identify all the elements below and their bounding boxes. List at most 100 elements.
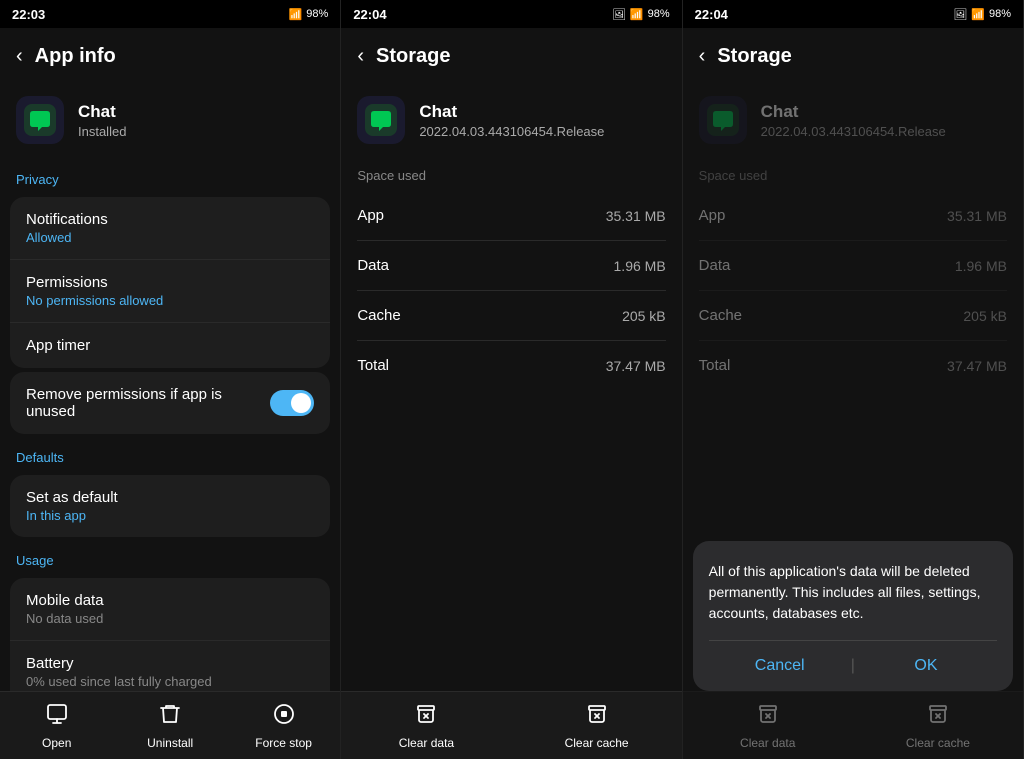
app-info-row-3: Chat 2022.04.03.443106454.Release bbox=[683, 84, 1023, 160]
app-label-3: App bbox=[699, 207, 726, 224]
cache-storage-label: Cache bbox=[357, 307, 400, 324]
panel-storage: 22:04 🖼 📶 98% ‹ Storage Chat 2022.04.03.… bbox=[341, 0, 682, 759]
panel1-content: Privacy Notifications Allowed Permission… bbox=[0, 160, 340, 691]
status-bar-2: 22:04 🖼 📶 98% bbox=[341, 0, 681, 28]
page-header-2: ‹ Storage bbox=[341, 28, 681, 84]
data-label-3: Data bbox=[699, 257, 731, 274]
panel2-content: Space used App 35.31 MB Data 1.96 MB Cac… bbox=[341, 160, 681, 691]
notifications-subtitle: Allowed bbox=[26, 230, 314, 245]
force-stop-label: Force stop bbox=[255, 736, 312, 750]
storage-table-3: App 35.31 MB Data 1.96 MB Cache 205 kB T… bbox=[683, 183, 1023, 398]
page-title-3: Storage bbox=[717, 45, 791, 68]
app-name-3: Chat bbox=[761, 102, 946, 122]
clear-cache-icon-3 bbox=[926, 702, 950, 732]
clear-cache-action-2[interactable]: Clear cache bbox=[512, 702, 682, 750]
clear-data-icon-2 bbox=[414, 702, 438, 732]
clear-cache-action-3[interactable]: Clear cache bbox=[853, 702, 1023, 750]
page-title-1: App info bbox=[35, 45, 116, 68]
remove-perms-card: Remove permissions if app is unused bbox=[10, 372, 330, 434]
app-info-row-1: Chat Installed bbox=[0, 84, 340, 160]
bottom-bar-2: Clear data Clear cache bbox=[341, 691, 681, 759]
clear-data-action-2[interactable]: Clear data bbox=[341, 702, 511, 750]
uninstall-icon bbox=[158, 702, 182, 732]
app-name-2: Chat bbox=[419, 102, 604, 122]
app-icon-1 bbox=[16, 96, 64, 144]
clear-data-icon-3 bbox=[756, 702, 780, 732]
clear-cache-icon-2 bbox=[585, 702, 609, 732]
cache-storage-row-3: Cache 205 kB bbox=[699, 291, 1007, 341]
total-storage-value: 37.47 MB bbox=[606, 358, 666, 374]
bottom-bar-1: Open Uninstall Force stop bbox=[0, 691, 340, 759]
storage-table-2: App 35.31 MB Data 1.96 MB Cache 205 kB T… bbox=[341, 183, 681, 398]
bottom-bar-3: Clear data Clear cache bbox=[683, 691, 1023, 759]
image-icon-2: 🖼 bbox=[612, 8, 626, 21]
section-usage-label: Usage bbox=[0, 541, 340, 574]
back-button-1[interactable]: ‹ bbox=[16, 45, 23, 68]
page-header-1: ‹ App info bbox=[0, 28, 340, 84]
app-timer-title: App timer bbox=[26, 337, 314, 354]
app-name-1: Chat bbox=[78, 102, 126, 122]
status-icons-3: 🖼 📶 98% bbox=[953, 8, 1011, 21]
total-storage-row-3: Total 37.47 MB bbox=[699, 341, 1007, 390]
app-status-1: Installed bbox=[78, 124, 126, 139]
status-bar-1: 22:03 📶 98% bbox=[0, 0, 340, 28]
battery-subtitle: 0% used since last fully charged bbox=[26, 674, 314, 689]
dialog-cancel-button[interactable]: Cancel bbox=[709, 645, 851, 687]
app-value-3: 35.31 MB bbox=[947, 208, 1007, 224]
usage-card: Mobile data No data used Battery 0% used… bbox=[10, 578, 330, 691]
mobile-data-row[interactable]: Mobile data No data used bbox=[10, 578, 330, 641]
clear-cache-label-2: Clear cache bbox=[565, 736, 629, 750]
set-default-title: Set as default bbox=[26, 489, 314, 506]
chat-icon-svg-3 bbox=[707, 104, 739, 136]
uninstall-label: Uninstall bbox=[147, 736, 193, 750]
status-time-2: 22:04 bbox=[353, 7, 386, 22]
app-icon-2 bbox=[357, 96, 405, 144]
open-icon bbox=[45, 702, 69, 732]
battery-row[interactable]: Battery 0% used since last fully charged bbox=[10, 641, 330, 691]
status-icons-1: 📶 98% bbox=[289, 8, 329, 21]
uninstall-action[interactable]: Uninstall bbox=[113, 702, 226, 750]
remove-perms-toggle[interactable] bbox=[270, 390, 314, 416]
dialog-message: All of this application's data will be d… bbox=[709, 561, 997, 624]
status-bar-3: 22:04 🖼 📶 98% bbox=[683, 0, 1023, 28]
remove-perms-row: Remove permissions if app is unused bbox=[10, 372, 330, 434]
app-version-3: 2022.04.03.443106454.Release bbox=[761, 124, 946, 139]
app-version-2: 2022.04.03.443106454.Release bbox=[419, 124, 604, 139]
privacy-card: Notifications Allowed Permissions No per… bbox=[10, 197, 330, 368]
clear-data-action-3[interactable]: Clear data bbox=[683, 702, 853, 750]
battery-percent-1: 98% bbox=[306, 8, 328, 20]
image-icon-3: 🖼 bbox=[953, 8, 967, 21]
wifi-icon-3: 📶 bbox=[971, 8, 985, 21]
notifications-title: Notifications bbox=[26, 211, 314, 228]
back-button-3[interactable]: ‹ bbox=[699, 45, 706, 68]
set-default-row[interactable]: Set as default In this app bbox=[10, 475, 330, 537]
chat-icon-svg-2 bbox=[365, 104, 397, 136]
app-timer-row[interactable]: App timer bbox=[10, 323, 330, 368]
data-value-3: 1.96 MB bbox=[955, 258, 1007, 274]
permissions-row[interactable]: Permissions No permissions allowed bbox=[10, 260, 330, 323]
force-stop-icon bbox=[272, 702, 296, 732]
space-used-label-3: Space used bbox=[683, 160, 1023, 183]
data-storage-row: Data 1.96 MB bbox=[357, 241, 665, 291]
page-title-2: Storage bbox=[376, 45, 450, 68]
back-button-2[interactable]: ‹ bbox=[357, 45, 364, 68]
delete-data-dialog: All of this application's data will be d… bbox=[693, 541, 1013, 691]
clear-data-label-3: Clear data bbox=[740, 736, 795, 750]
cache-label-3: Cache bbox=[699, 307, 742, 324]
open-action[interactable]: Open bbox=[0, 702, 113, 750]
permissions-subtitle: No permissions allowed bbox=[26, 293, 314, 308]
battery-percent-2: 98% bbox=[648, 8, 670, 20]
open-label: Open bbox=[42, 736, 71, 750]
total-label-3: Total bbox=[699, 357, 731, 374]
clear-cache-label-3: Clear cache bbox=[906, 736, 970, 750]
total-storage-row: Total 37.47 MB bbox=[357, 341, 665, 390]
force-stop-action[interactable]: Force stop bbox=[227, 702, 340, 750]
notifications-row[interactable]: Notifications Allowed bbox=[10, 197, 330, 260]
app-icon-3 bbox=[699, 96, 747, 144]
battery-title: Battery bbox=[26, 655, 314, 672]
app-info-text-1: Chat Installed bbox=[78, 102, 126, 139]
clear-data-label-2: Clear data bbox=[399, 736, 454, 750]
status-icons-2: 🖼 📶 98% bbox=[612, 8, 670, 21]
dialog-ok-button[interactable]: OK bbox=[855, 645, 997, 687]
data-storage-row-3: Data 1.96 MB bbox=[699, 241, 1007, 291]
